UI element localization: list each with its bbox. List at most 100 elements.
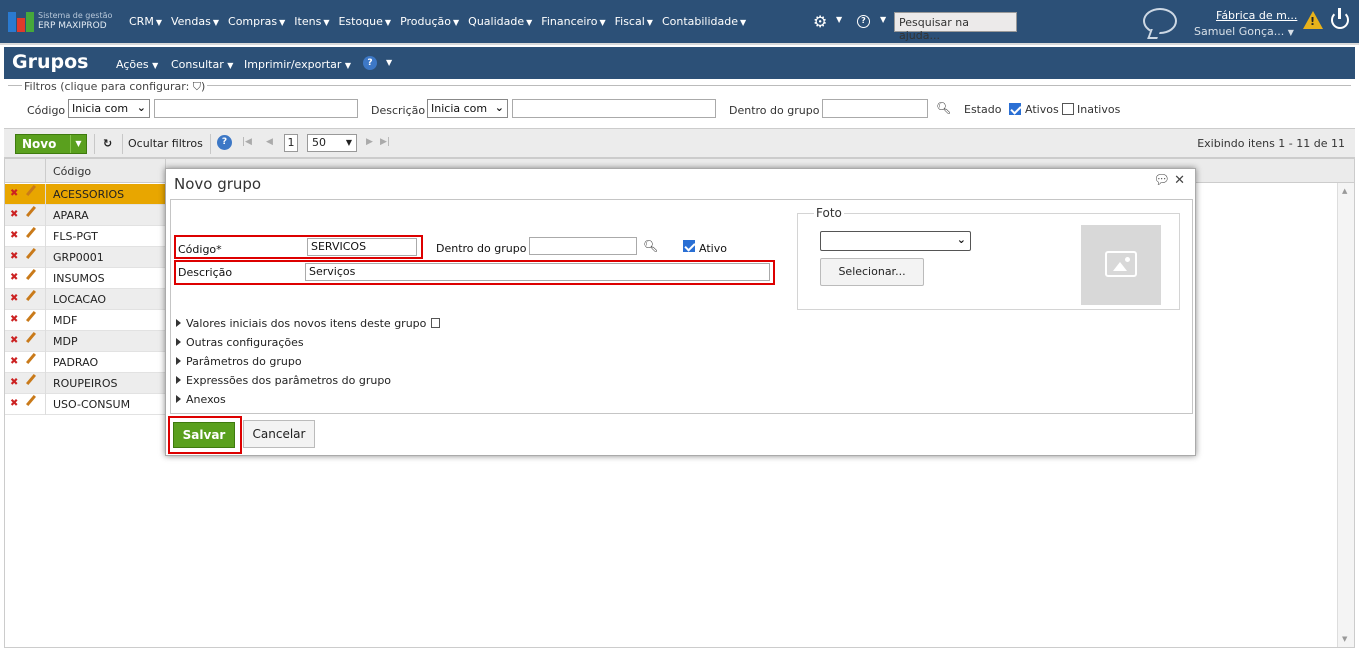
menu-consultar[interactable]: Consultar ▼ (171, 58, 233, 71)
table-row[interactable]: ✖ GRP0001 (5, 247, 165, 268)
prev-page-icon[interactable]: ◀ (266, 137, 273, 147)
cancel-button[interactable]: Cancelar (243, 420, 315, 448)
menu-contabilidade[interactable]: Contabilidade ▼ (662, 15, 746, 28)
edit-icon[interactable] (25, 268, 37, 281)
edit-icon[interactable] (25, 352, 37, 365)
help-icon[interactable]: ? (857, 15, 870, 28)
filter-ativos-checkbox[interactable] (1009, 103, 1021, 115)
novo-dropdown-icon[interactable]: ▼ (70, 135, 86, 153)
brand-name[interactable]: Sistema de gestão ERP MAXIPROD (38, 10, 112, 32)
last-page-icon[interactable]: ▶| (380, 137, 390, 147)
edit-icon[interactable] (25, 247, 37, 260)
grid-help-icon[interactable]: ? (217, 135, 232, 150)
chat-icon[interactable] (1143, 8, 1177, 34)
next-page-icon[interactable]: ▶ (366, 137, 373, 147)
table-row[interactable]: ✖ ACESSORIOS (5, 184, 165, 205)
gear-dropdown-icon[interactable]: ▼ (836, 15, 842, 24)
menu-financeiro[interactable]: Financeiro ▼ (541, 15, 605, 28)
scroll-up-icon[interactable]: ▲ (1342, 187, 1347, 195)
menu-imprimir-exportar[interactable]: Imprimir/exportar ▼ (244, 58, 351, 71)
delete-icon[interactable]: ✖ (10, 209, 18, 220)
filters-legend[interactable]: Filtros (clique para configurar: ⛉) (22, 80, 208, 94)
edit-icon[interactable] (25, 394, 37, 407)
page-number-input[interactable]: 1 (284, 134, 298, 152)
delete-icon[interactable]: ✖ (10, 272, 18, 283)
table-row[interactable]: ✖ FLS-PGT (5, 226, 165, 247)
edit-icon[interactable] (25, 184, 37, 197)
save-button[interactable]: Salvar (173, 422, 235, 448)
edit-icon[interactable] (25, 289, 37, 302)
filter-inativos-checkbox[interactable] (1062, 103, 1074, 115)
menu-fiscal[interactable]: Fiscal ▼ (615, 15, 653, 28)
filter-funnel-icon[interactable]: ⛉ (193, 80, 201, 93)
section-expressoes[interactable]: Expressões dos parâmetros do grupo (176, 374, 391, 387)
table-row[interactable]: ✖ LOCACAO (5, 289, 165, 310)
filter-codigo-input[interactable] (154, 99, 358, 118)
gear-icon[interactable]: ⚙ (813, 12, 827, 31)
menu-estoque[interactable]: Estoque ▼ (338, 15, 391, 28)
menu-producao[interactable]: Produção ▼ (400, 15, 459, 28)
menu-compras[interactable]: Compras ▼ (228, 15, 285, 28)
edit-icon[interactable] (25, 226, 37, 239)
delete-icon[interactable]: ✖ (10, 356, 18, 367)
selecionar-button[interactable]: Selecionar... (820, 258, 924, 286)
edit-icon[interactable] (25, 205, 37, 218)
delete-icon[interactable]: ✖ (10, 398, 18, 409)
page-size-select[interactable]: 50 ▼ (307, 134, 357, 152)
delete-icon[interactable]: ✖ (10, 251, 18, 262)
section-parametros[interactable]: Parâmetros do grupo (176, 355, 302, 368)
grupo-input[interactable] (529, 237, 637, 255)
table-row[interactable]: ✖ MDP (5, 331, 165, 352)
user-menu[interactable]: Samuel Gonça... ▼ (1194, 25, 1294, 38)
delete-icon[interactable]: ✖ (10, 314, 18, 325)
menu-itens[interactable]: Itens ▼ (294, 15, 329, 28)
delete-icon[interactable]: ✖ (10, 293, 18, 304)
table-row[interactable]: ✖ APARA (5, 205, 165, 226)
document-icon[interactable] (431, 318, 441, 328)
edit-icon[interactable] (25, 310, 37, 323)
filter-grupo-input[interactable] (822, 99, 928, 118)
filter-codigo-mode-select[interactable]: Inicia com ⌄ (68, 99, 150, 118)
menu-acoes[interactable]: Ações ▼ (116, 58, 158, 71)
help-search-input[interactable]: Pesquisar na ajuda... (894, 12, 1017, 42)
scroll-down-icon[interactable]: ▼ (1342, 635, 1347, 643)
delete-icon[interactable]: ✖ (10, 335, 18, 346)
codigo-input[interactable]: SERVICOS (307, 238, 417, 256)
ativo-checkbox[interactable] (683, 240, 695, 252)
menu-vendas[interactable]: Vendas ▼ (171, 15, 219, 28)
page-help-dropdown-icon[interactable]: ▼ (386, 58, 392, 67)
novo-button[interactable]: Novo ▼ (15, 134, 87, 154)
menu-qualidade[interactable]: Qualidade ▼ (468, 15, 532, 28)
ocultar-filtros-button[interactable]: Ocultar filtros (128, 137, 203, 150)
filter-descricao-input[interactable] (512, 99, 716, 118)
menu-crm[interactable]: CRM ▼ (129, 15, 162, 28)
delete-icon[interactable]: ✖ (10, 377, 18, 388)
first-page-icon[interactable]: |◀ (242, 137, 252, 147)
column-codigo[interactable]: Código (53, 165, 91, 178)
filter-descricao-mode-select[interactable]: Inicia com ⌄ (427, 99, 508, 118)
refresh-icon[interactable]: ↻ (103, 137, 112, 150)
section-outras-configuracoes[interactable]: Outras configurações (176, 336, 304, 349)
descricao-input[interactable]: Serviços (305, 263, 770, 281)
delete-icon[interactable]: ✖ (10, 230, 18, 241)
table-row[interactable]: ✖ PADRAO (5, 352, 165, 373)
grid-scrollbar[interactable]: ▲ ▼ (1337, 183, 1354, 647)
edit-icon[interactable] (25, 331, 37, 344)
logo-icon[interactable] (8, 12, 34, 32)
table-row[interactable]: ✖ USO-CONSUM (5, 394, 165, 415)
page-help-icon[interactable]: ? (363, 56, 377, 70)
foto-select[interactable]: ⌄ (820, 231, 971, 251)
table-row[interactable]: ✖ ROUPEIROS (5, 373, 165, 394)
table-row[interactable]: ✖ MDF (5, 310, 165, 331)
section-valores-iniciais[interactable]: Valores iniciais dos novos itens deste g… (176, 317, 441, 330)
search-icon[interactable]: 🔍︎ (643, 239, 658, 253)
section-anexos[interactable]: Anexos (176, 393, 226, 406)
help-dropdown-icon[interactable]: ▼ (880, 15, 886, 24)
search-icon[interactable]: 🔍︎ (936, 101, 951, 115)
company-link[interactable]: Fábrica de m... (1216, 9, 1297, 22)
comment-icon[interactable]: 💬︎ (1153, 173, 1170, 188)
delete-icon[interactable]: ✖ (10, 188, 18, 199)
close-icon[interactable]: ✕ (1174, 173, 1185, 188)
table-row[interactable]: ✖ INSUMOS (5, 268, 165, 289)
edit-icon[interactable] (25, 373, 37, 386)
